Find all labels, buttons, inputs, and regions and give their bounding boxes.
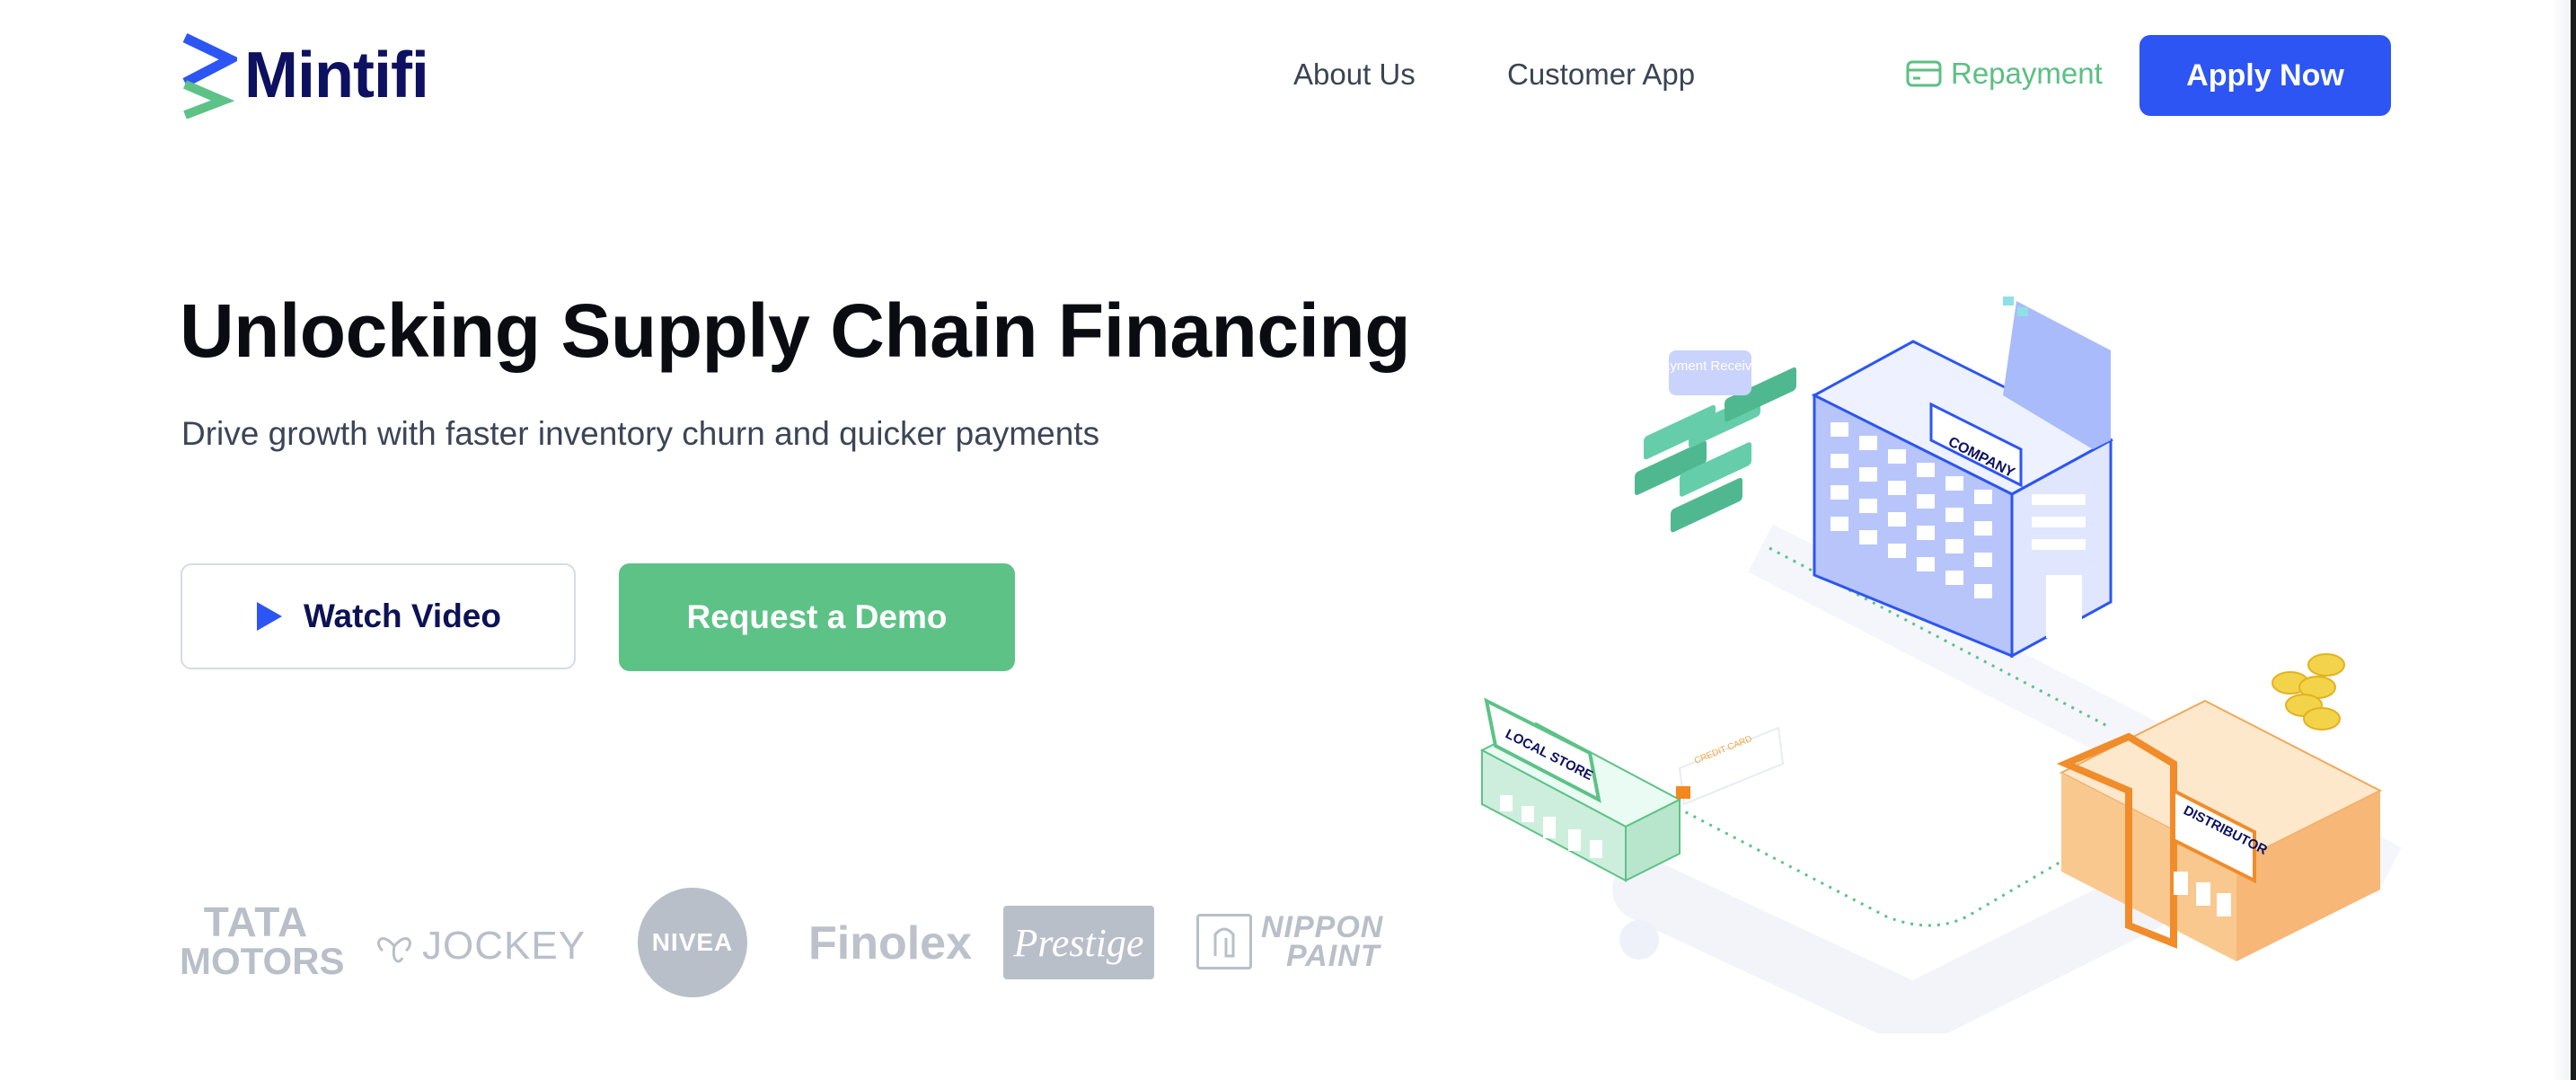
client-logo-jockey: JOCKEY [372,924,586,969]
tata-line2: MOTORS [180,940,345,982]
apply-now-button[interactable]: Apply Now [2139,35,2391,116]
client-logo-nippon-paint: NIPPON PAINT [1196,910,1384,973]
window-edge-shade [2551,0,2571,1080]
client-logo-finolex: Finolex [808,917,973,969]
nav-customer-app[interactable]: Customer App [1507,58,1695,92]
supply-chain-illustration: COMPANY Payment Received LOCAL STORE CRE… [1479,297,2402,1033]
watch-video-button[interactable]: Watch Video [181,563,576,669]
window-edge [2571,0,2576,1080]
jockey-label: JOCKEY [422,924,587,968]
ground-disc [1619,920,1659,960]
hero-title: Unlocking Supply Chain Financing [180,288,1411,373]
client-logo-tata-motors: TATA MOTORS [180,899,345,982]
repayment-label: Repayment [1951,57,2103,90]
nippon-mark-icon [1196,914,1252,969]
nav-repayment[interactable]: Repayment [1906,54,2103,93]
client-logos: TATA MOTORS JOCKEY NIVEA Finolex Prestig… [180,881,1410,1015]
client-logo-prestige: Prestige [1003,906,1154,979]
brand-name: Mintifi [244,40,429,111]
coin-stack-icon [2272,653,2345,730]
credit-card-graphic: CREDIT CARD [1676,726,1785,806]
nav-about-us[interactable]: About Us [1293,58,1416,92]
client-logo-nivea: NIVEA [638,888,747,997]
card-icon [1906,60,1942,87]
request-demo-button[interactable]: Request a Demo [619,563,1015,671]
watch-video-label: Watch Video [304,598,501,634]
hero-subtitle: Drive growth with faster inventory churn… [181,415,1100,452]
payment-received-badge: Payment Received [1654,350,1767,395]
jockey-swirl-icon [377,937,411,963]
nippon-line2: PAINT [1286,939,1381,973]
local-store-building: LOCAL STORE [1479,697,1682,882]
nippon-line1: NIPPON [1261,910,1384,944]
tata-line1: TATA [203,899,309,945]
play-icon [257,602,282,631]
payment-received-label: Payment Received [1654,359,1767,374]
brand-mark-icon [182,33,242,120]
brand-logo[interactable]: Mintifi [180,32,449,120]
